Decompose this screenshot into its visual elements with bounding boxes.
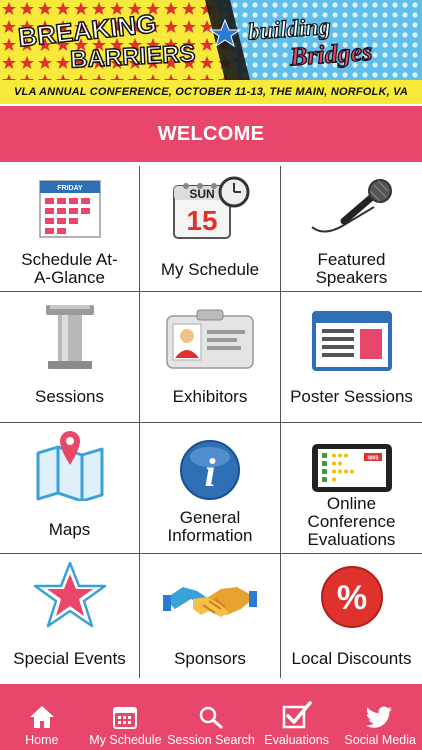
svg-text:15: 15 [186,205,217,236]
calendar-clock-icon: SUN 15 [162,174,258,244]
star-icon [22,560,118,630]
percent-icon: % [304,562,400,632]
tab-label: Evaluations [264,733,329,747]
tab-my-schedule[interactable]: My Schedule [84,684,168,750]
twitter-bird-icon [366,706,393,728]
microphone-icon [304,174,400,244]
search-icon [199,706,223,729]
tab-label: Social Media [344,733,416,747]
id-badge-icon [162,304,258,374]
svg-text:i: i [204,450,215,495]
tile-label: Sessions [35,387,104,406]
tile-label: Local Discounts [291,649,412,668]
tab-label: Session Search [167,733,255,747]
tab-session-search[interactable]: Session Search [167,684,255,750]
poster-icon [304,306,400,376]
featured-speakers-tile[interactable]: Featured Speakers [281,166,422,292]
schedule-at-a-glance-tile[interactable]: FRIDAY Schedule At-A-Glance [0,166,140,292]
svg-text:%: % [336,579,366,617]
page-title: WELCOME [157,122,265,145]
sponsors-tile[interactable]: Sponsors [140,554,281,678]
svg-text:FRIDAY: FRIDAY [57,185,83,192]
tile-label: Online Conference Evaluations [307,494,396,549]
tile-label: Featured Speakers [315,250,388,287]
welcome-header: WELCOME [0,106,422,162]
tile-label: General Information [167,508,253,545]
calendar-icon: FRIDAY [22,174,118,244]
tile-label: Maps [48,520,91,539]
banner-subtitle: VLA ANNUAL CONFERENCE, OCTOBER 11-13, TH… [0,80,422,104]
info-icon: i [162,435,258,505]
my-schedule-tile[interactable]: SUN 15 My Schedule [140,166,281,292]
checkbox-icon [282,701,312,729]
svg-text:NMS: NMS [367,456,379,462]
tile-label: Exhibitors [172,387,248,406]
tab-label: My Schedule [89,733,162,747]
special-events-tile[interactable]: Special Events [0,554,140,678]
tab-evaluations[interactable]: Evaluations [255,684,339,750]
tab-label: Home [25,733,59,747]
banner-right-title-2: Bridges [288,37,373,72]
tile-label: Poster Sessions [290,387,413,406]
sessions-tile[interactable]: Sessions [0,292,140,423]
exhibitors-tile[interactable]: Exhibitors [140,292,281,423]
tab-home[interactable]: Home [0,684,84,750]
general-information-tile[interactable]: i General Information [140,423,281,554]
calendar-icon [113,707,138,729]
tablet-checklist-icon: NMS [304,433,400,503]
tile-label: Sponsors [174,649,246,668]
tile-label: My Schedule [160,260,260,279]
maps-tile[interactable]: Maps [0,423,140,554]
banner-art: BREAKING BARRIERS building Bridges [0,0,422,80]
tab-social-media[interactable]: Social Media [338,684,422,750]
poster-sessions-tile[interactable]: Poster Sessions [281,292,422,423]
bottom-tab-bar: Home My Schedule Session Search Evaluati… [0,684,422,750]
online-conference-evaluations-tile[interactable]: NMS Online Conference Evaluations [281,423,422,554]
tile-label: Schedule At-A-Glance [21,250,118,287]
svg-text:SUN: SUN [189,187,214,201]
podium-icon [22,302,118,372]
local-discounts-tile[interactable]: % Local Discounts [281,554,422,678]
map-pin-icon [22,429,118,501]
handshake-icon [162,564,258,634]
tile-label: Special Events [13,649,126,668]
conference-banner: BREAKING BARRIERS building Bridges VLA A… [0,0,422,106]
home-icon [29,706,54,728]
menu-grid: FRIDAY Schedule At-A-Glance SUN 15 My Sc… [0,166,422,678]
